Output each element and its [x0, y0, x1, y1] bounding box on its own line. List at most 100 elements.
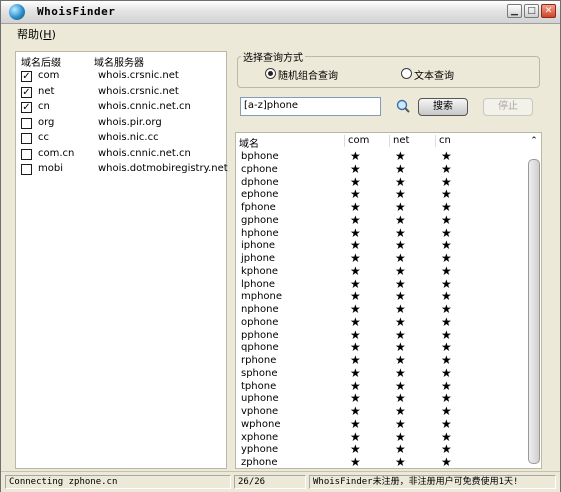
result-row[interactable]: tphone ★ ★ ★ — [236, 379, 527, 394]
result-domain: hphone — [241, 227, 279, 239]
menu-help-shortcut: H — [43, 28, 52, 41]
scroll-up-arrow-icon[interactable]: ⌃ — [527, 133, 541, 149]
star-icon: ★ — [441, 455, 452, 469]
result-domain: pphone — [241, 329, 279, 341]
result-domain: kphone — [241, 265, 279, 277]
column-divider[interactable] — [344, 135, 345, 147]
radio-text[interactable] — [401, 68, 412, 79]
result-row[interactable]: fphone ★ ★ ★ — [236, 201, 527, 215]
query-input[interactable]: [a-z]phone — [240, 97, 381, 116]
result-domain: nphone — [241, 304, 279, 315]
star-icon: ★ — [395, 365, 406, 380]
star-icon: ★ — [441, 314, 452, 329]
suffix-row-cc[interactable]: cc whois.nic.cc — [16, 131, 226, 146]
result-row[interactable]: bphone ★ ★ ★ — [236, 150, 527, 164]
star-icon: ★ — [441, 263, 452, 278]
suffix-name: cn — [38, 101, 50, 112]
scrollbar-thumb[interactable] — [528, 159, 540, 464]
result-row[interactable]: uphone ★ ★ ★ — [236, 392, 527, 406]
radio-text-label[interactable]: 文本查询 — [414, 67, 454, 82]
result-domain: tphone — [241, 380, 277, 392]
result-row[interactable]: nphone ★ ★ ★ — [236, 303, 527, 317]
suffix-row-cn[interactable]: ✓ cn whois.cnnic.net.cn — [16, 100, 226, 115]
stop-button[interactable]: 停止 — [483, 98, 533, 116]
result-row[interactable]: rphone ★ ★ ★ — [236, 354, 527, 368]
star-icon: ★ — [350, 263, 361, 278]
status-notice: WhoisFinder未注册，非注册用户可免费使用1天! — [309, 475, 556, 489]
suffix-checkbox[interactable]: ✓ — [21, 102, 32, 113]
result-domain: fphone — [241, 202, 276, 213]
suffix-server: whois.nic.cc — [98, 132, 159, 143]
col-suffix-header[interactable]: 域名后缀 — [21, 54, 61, 69]
col-domain-header[interactable]: 域名 — [239, 135, 259, 150]
result-row[interactable]: jphone ★ ★ ★ — [236, 252, 527, 266]
result-row[interactable]: yphone ★ ★ ★ — [236, 443, 527, 457]
minimize-button[interactable]: ▁ — [507, 4, 522, 18]
radio-random[interactable] — [265, 68, 276, 79]
suffix-list: 域名后缀 域名服务器 ✓ com whois.crsnic.net ✓ net whois… — [15, 51, 228, 469]
close-button[interactable]: ✕ — [541, 4, 556, 18]
result-domain: dphone — [241, 176, 279, 188]
col-cn-header[interactable]: cn — [439, 135, 451, 146]
globe-icon — [9, 4, 25, 20]
star-icon: ★ — [350, 455, 361, 469]
menu-bar: 帮助(H) — [1, 23, 560, 42]
column-divider[interactable] — [389, 135, 390, 147]
suffix-row-com[interactable]: ✓ com whois.crsnic.net — [16, 69, 226, 84]
suffix-row-net[interactable]: ✓ net whois.crsnic.net — [16, 85, 226, 100]
result-domain: gphone — [241, 214, 279, 226]
suffix-checkbox[interactable]: ✓ — [21, 71, 32, 82]
result-row[interactable]: cphone ★ ★ ★ — [236, 161, 527, 177]
suffix-checkbox[interactable] — [21, 133, 32, 144]
result-row[interactable]: iphone ★ ★ ★ — [236, 239, 527, 253]
result-row[interactable]: pphone ★ ★ ★ — [236, 328, 527, 343]
suffix-name: com — [38, 70, 60, 81]
suffix-checkbox[interactable] — [21, 148, 32, 160]
result-row[interactable]: qphone ★ ★ ★ — [236, 341, 527, 355]
result-row[interactable]: mphone ★ ★ ★ — [236, 290, 527, 304]
suffix-server: whois.cnnic.net.cn — [98, 101, 191, 112]
suffix-checkbox[interactable] — [21, 117, 32, 129]
radio-random-label[interactable]: 随机组合查询 — [278, 67, 338, 82]
column-divider[interactable] — [435, 135, 436, 147]
suffix-server: whois.crsnic.net — [98, 70, 179, 81]
suffix-name: net — [38, 85, 55, 97]
star-icon: ★ — [350, 365, 361, 380]
result-row[interactable]: kphone ★ ★ ★ — [236, 263, 527, 279]
status-bar: Connecting zphone.cn 26/26 WhoisFinder未注… — [1, 471, 560, 492]
suffix-row-com-cn[interactable]: com.cn whois.cnnic.net.cn — [16, 147, 226, 162]
result-row[interactable]: vphone ★ ★ ★ — [236, 405, 527, 419]
search-icon[interactable] — [396, 99, 410, 113]
result-domain: zphone — [241, 457, 278, 468]
suffix-row-mobi[interactable]: mobi whois.dotmobiregistry.net — [16, 162, 228, 177]
title-bar[interactable]: WhoisFinder ▁ □ ✕ — [1, 1, 560, 24]
vertical-scrollbar[interactable]: ⌃ — [527, 133, 541, 468]
suffix-checkbox[interactable]: ✓ — [21, 86, 32, 98]
result-row[interactable]: ophone ★ ★ ★ — [236, 314, 527, 330]
star-icon: ★ — [350, 212, 361, 227]
star-icon: ★ — [350, 161, 361, 176]
result-domain: uphone — [241, 393, 279, 405]
col-net-header[interactable]: net — [393, 135, 409, 146]
star-icon: ★ — [441, 161, 452, 176]
result-row[interactable]: hphone ★ ★ ★ — [236, 226, 527, 241]
result-row[interactable]: ephone ★ ★ ★ — [236, 188, 527, 202]
suffix-checkbox[interactable] — [21, 164, 32, 175]
status-connecting: Connecting zphone.cn — [5, 475, 231, 489]
result-row[interactable]: sphone ★ ★ ★ — [236, 365, 527, 381]
maximize-button[interactable]: □ — [524, 4, 539, 18]
result-domain: lphone — [241, 278, 276, 290]
col-server-header[interactable]: 域名服务器 — [94, 54, 144, 69]
suffix-row-org[interactable]: org whois.pir.org — [16, 116, 226, 131]
search-button[interactable]: 搜索 — [418, 98, 468, 116]
result-row[interactable]: lphone ★ ★ ★ — [236, 277, 527, 292]
result-row[interactable]: xphone ★ ★ ★ — [236, 430, 527, 445]
col-com-header[interactable]: com — [348, 135, 369, 146]
result-row[interactable]: wphone ★ ★ ★ — [236, 417, 527, 432]
results-header: 域名 com net cn — [236, 133, 527, 150]
menu-help[interactable]: 帮助(H) — [17, 26, 56, 42]
result-row[interactable]: zphone ★ ★ ★ — [236, 455, 527, 469]
result-domain: yphone — [241, 444, 279, 456]
result-row[interactable]: gphone ★ ★ ★ — [236, 212, 527, 228]
result-row[interactable]: dphone ★ ★ ★ — [236, 175, 527, 190]
